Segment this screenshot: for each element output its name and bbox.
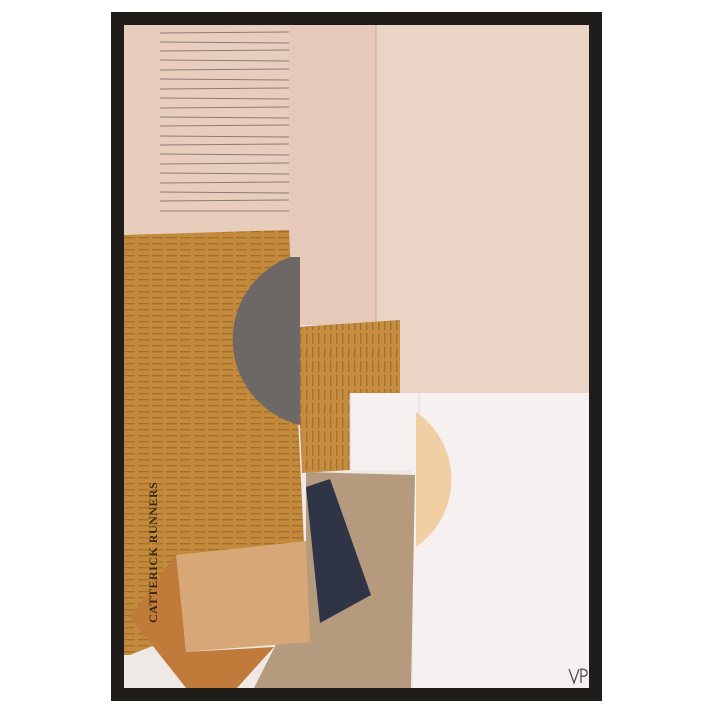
blush-paper-middle: [289, 25, 379, 325]
blush-paper-right: [376, 25, 589, 395]
sand-card: [176, 541, 310, 652]
newspaper-headline: CATTERICK RUNNERS: [146, 463, 162, 623]
headline-text: CATTERICK RUNNERS: [146, 481, 160, 623]
artist-signature: [568, 668, 588, 685]
collage-svg: [124, 25, 589, 688]
blush-paper-left: [124, 25, 294, 235]
collage-canvas: CATTERICK RUNNERS: [124, 25, 589, 688]
